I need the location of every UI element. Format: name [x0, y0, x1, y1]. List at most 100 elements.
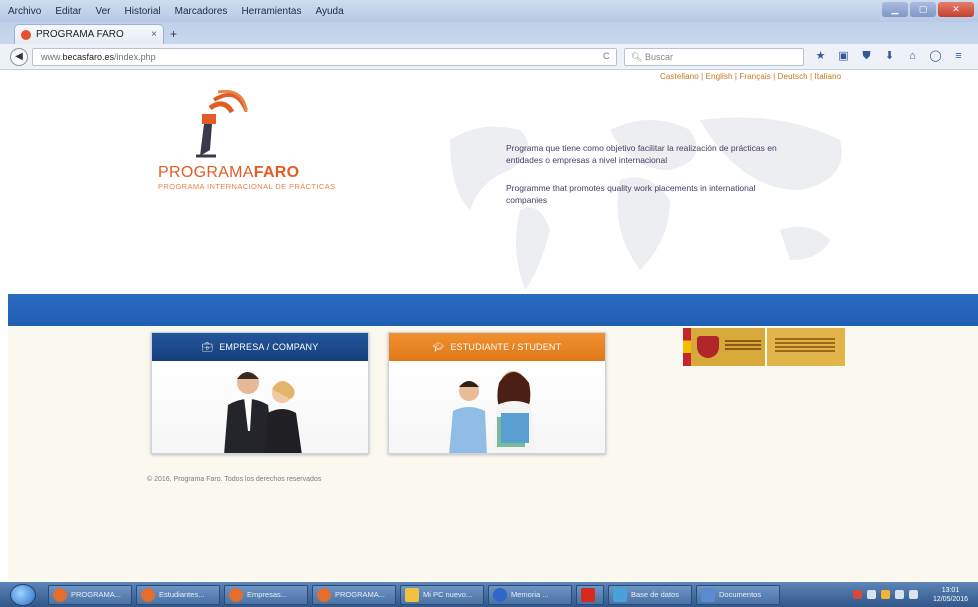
gobierno-de-espana-logo	[683, 328, 845, 366]
home-icon[interactable]: ⌂	[906, 49, 919, 63]
firefox-icon	[317, 587, 331, 602]
search-placeholder: Buscar	[644, 52, 673, 62]
system-clock[interactable]: 13:01 12/05/2016	[933, 586, 968, 604]
taskbar-item[interactable]: Mi PC nuevo...	[400, 584, 484, 605]
taskbar-item[interactable]: Empresas...	[224, 584, 308, 605]
lighthouse-logo-icon	[196, 90, 248, 158]
student-card-photo[interactable]	[389, 361, 605, 453]
taskbar-item[interactable]: Documentos	[696, 584, 780, 605]
minimize-button[interactable]: ▁	[882, 2, 908, 17]
favicon-icon	[21, 29, 31, 40]
volume-icon[interactable]	[908, 590, 918, 599]
tab-title: PROGRAMA FARO	[36, 29, 124, 40]
back-button[interactable]: ◀	[10, 48, 28, 66]
menu-historial[interactable]: Historial	[125, 6, 161, 17]
description-spanish: Programa que tiene como objetivo facilit…	[506, 143, 777, 165]
docs-icon	[701, 587, 715, 602]
pdf-icon	[581, 587, 595, 602]
briefcase-icon: 💼︎	[201, 341, 214, 352]
brand-name: PROGRAMAFARO	[158, 164, 299, 182]
description-english: Programme that promotes quality work pla…	[506, 183, 756, 205]
student-access-card[interactable]: 🎓︎ ESTUDIANTE / STUDENT	[388, 332, 606, 454]
word-icon	[493, 587, 507, 602]
company-access-card[interactable]: 💼︎ EMPRESA / COMPANY	[151, 332, 369, 454]
taskbar-item-label: PROGRAMA...	[71, 590, 122, 599]
copyright-footer: © 2016, Programa Faro. Todos los derecho…	[147, 476, 322, 483]
tray-icon[interactable]	[852, 590, 862, 599]
clock-date: 12/05/2016	[932, 595, 968, 603]
close-tab-icon[interactable]: ×	[151, 29, 157, 40]
menu-archivo[interactable]: Archivo	[8, 6, 41, 17]
folder-icon	[405, 587, 419, 602]
taskbar-item[interactable]: Memoria ...	[488, 584, 572, 605]
firefox-icon	[141, 587, 155, 602]
system-tray: 13:01 12/05/2016	[852, 586, 978, 604]
new-tab-button[interactable]: +	[170, 27, 177, 41]
bookmarks-icon[interactable]: ▣	[837, 49, 850, 63]
toolbar-icons: ★ ▣ ⛊ ⬇ ⌂ ◯ ≡	[814, 49, 965, 63]
taskbar-item[interactable]	[576, 584, 604, 605]
taskbar-item[interactable]: Base de datos	[608, 584, 692, 605]
search-input[interactable]: 🔍︎ Buscar	[624, 48, 804, 66]
firefox-icon	[53, 587, 67, 602]
spain-coat-of-arms-icon	[683, 328, 765, 366]
taskbar-item-label: Empresas...	[247, 590, 288, 599]
page-content: Castellano | English | Français | Deutsc…	[0, 70, 978, 582]
taskbar-item[interactable]: PROGRAMA...	[312, 584, 396, 605]
clock-time: 13:01	[941, 586, 960, 594]
tab-programa-faro[interactable]: PROGRAMA FARO ×	[14, 24, 164, 44]
menu-marcadores[interactable]: Marcadores	[175, 6, 228, 17]
windows-taskbar: PROGRAMA... Estudiantes... Empresas... P…	[0, 582, 978, 607]
language-selector[interactable]: Castellano | English | Français | Deutsc…	[660, 72, 841, 81]
star-icon[interactable]: ★	[814, 49, 827, 63]
firefox-icon	[229, 587, 243, 602]
menu-icon[interactable]: ≡	[952, 49, 965, 63]
taskbar-item[interactable]: Estudiantes...	[136, 584, 220, 605]
student-card-header[interactable]: 🎓︎ ESTUDIANTE / STUDENT	[389, 333, 605, 361]
pocket-icon[interactable]: ⛊	[860, 49, 873, 63]
url-prefix: www.	[41, 52, 63, 62]
taskbar-item-label: PROGRAMA...	[335, 590, 386, 599]
tray-icon[interactable]	[866, 590, 876, 599]
chat-icon[interactable]: ◯	[929, 49, 942, 63]
graduation-cap-icon: 🎓︎	[432, 341, 445, 352]
company-card-label: EMPRESA / COMPANY	[219, 342, 319, 352]
navigation-bar: ◀ www.becasfaro.es/index.php C 🔍︎ Buscar…	[0, 44, 978, 70]
reload-button[interactable]: C	[603, 51, 610, 61]
download-icon[interactable]: ⬇	[883, 49, 896, 63]
tab-strip: PROGRAMA FARO × +	[0, 22, 978, 44]
browser-menu-bar: Archivo Editar Ver Historial Marcadores …	[0, 0, 978, 22]
url-path: /index.php	[114, 52, 156, 62]
url-domain: becasfaro.es	[62, 52, 115, 62]
student-card-label: ESTUDIANTE / STUDENT	[450, 342, 562, 352]
tray-icon[interactable]	[880, 590, 890, 599]
taskbar-item-label: Base de datos	[631, 590, 679, 599]
access-section: 💼︎ EMPRESA / COMPANY 🎓︎ ESTUDIANTE / STU	[8, 326, 978, 582]
taskbar-item-label: Mi PC nuevo...	[423, 590, 473, 599]
menu-herramientas[interactable]: Herramientas	[241, 6, 301, 17]
brand-name-bold: FARO	[253, 164, 300, 181]
window-controls: ▁ ▢ ✕	[882, 2, 974, 17]
taskbar-item-label: Memoria ...	[511, 590, 549, 599]
ministry-label-block	[767, 328, 845, 366]
network-icon[interactable]	[894, 590, 904, 599]
url-input[interactable]: www.becasfaro.es/index.php	[32, 48, 617, 66]
menu-ver[interactable]: Ver	[95, 6, 110, 17]
taskbar-item-label: Documentos	[719, 590, 762, 599]
db-icon	[613, 587, 627, 602]
maximize-button[interactable]: ▢	[910, 2, 936, 17]
close-window-button[interactable]: ✕	[938, 2, 974, 17]
menu-ayuda[interactable]: Ayuda	[315, 6, 343, 17]
taskbar-item-label: Estudiantes...	[159, 590, 205, 599]
company-card-header[interactable]: 💼︎ EMPRESA / COMPANY	[152, 333, 368, 361]
students-image	[449, 371, 537, 453]
taskbar-item[interactable]: PROGRAMA...	[48, 584, 132, 605]
blue-divider-band	[8, 294, 978, 326]
menu-editar[interactable]: Editar	[55, 6, 81, 17]
business-people-image	[224, 372, 302, 453]
search-icon: 🔍︎	[631, 52, 643, 62]
start-button-icon[interactable]	[10, 583, 36, 606]
header-section: Castellano | English | Français | Deutsc…	[0, 70, 978, 294]
brand-name-regular: PROGRAMA	[158, 164, 254, 181]
company-card-photo[interactable]	[152, 361, 368, 453]
